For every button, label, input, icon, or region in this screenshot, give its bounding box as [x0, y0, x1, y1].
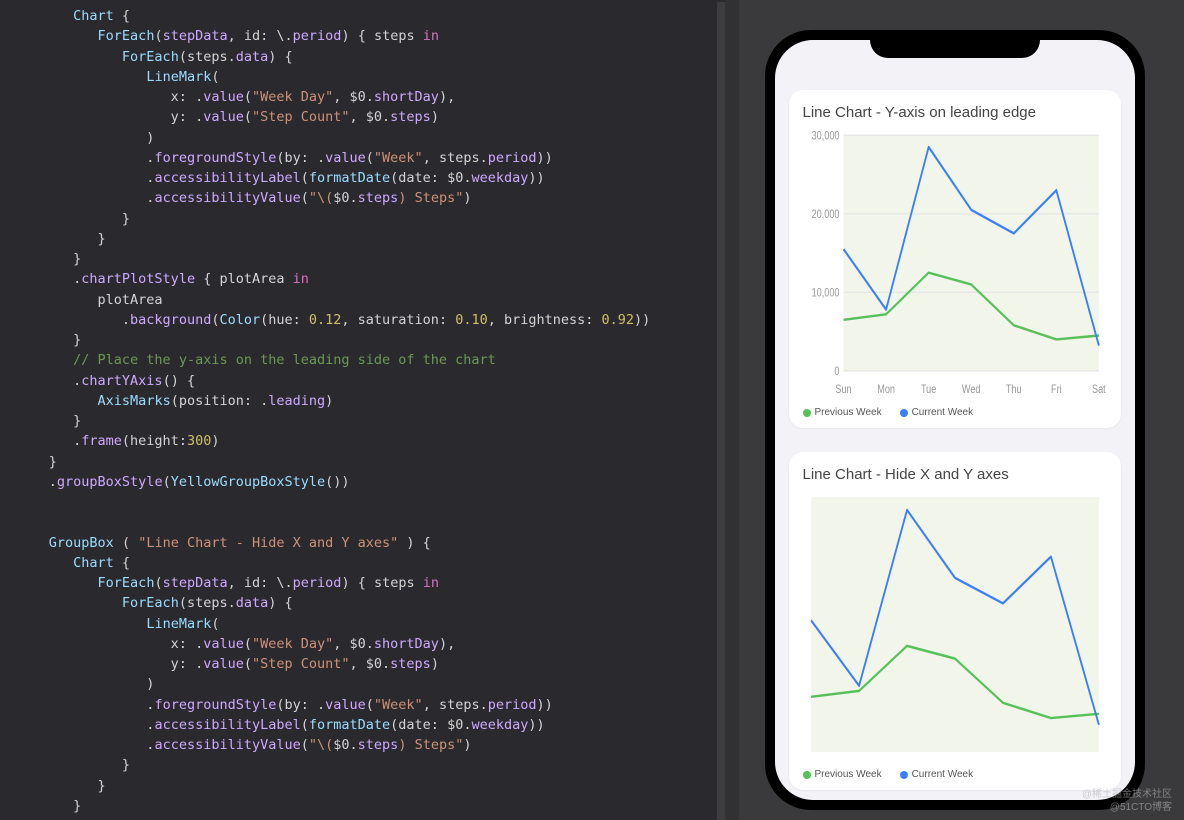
svg-text:Wed: Wed — [961, 383, 980, 397]
svg-text:Sun: Sun — [835, 383, 851, 397]
watermark-line-1: @稀土掘金技术社区 — [1082, 788, 1172, 801]
line-chart-2 — [803, 489, 1107, 763]
phone-frame: Line Chart - Y-axis on leading edge 0 10,… — [765, 30, 1145, 810]
legend-prev-label: Previous Week — [815, 407, 882, 418]
phone-screen: Line Chart - Y-axis on leading edge 0 10,… — [775, 40, 1135, 800]
svg-text:Tue: Tue — [920, 383, 935, 397]
swatch-prev-icon — [803, 409, 811, 417]
svg-text:Fri: Fri — [1051, 383, 1062, 397]
svg-text:10,000: 10,000 — [811, 286, 839, 300]
chart-card-2: Line Chart - Hide X and Y axes Previous … — [789, 452, 1121, 790]
preview-canvas: Line Chart - Y-axis on leading edge 0 10,… — [725, 0, 1184, 820]
watermark: @稀土掘金技术社区 @51CTO博客 — [1082, 788, 1172, 814]
chart-card-1: Line Chart - Y-axis on leading edge 0 10,… — [789, 90, 1121, 428]
phone-notch — [870, 30, 1040, 58]
svg-text:30,000: 30,000 — [811, 129, 839, 143]
svg-text:20,000: 20,000 — [811, 208, 839, 222]
chart-legend-2: Previous Week Current Week — [803, 769, 1107, 780]
svg-text:0: 0 — [834, 365, 839, 379]
legend-curr-label: Current Week — [912, 769, 974, 780]
line-chart-1: 0 10,000 20,000 30,000 Sun Mon Tue Wed Thu Fri Sat — [803, 127, 1107, 401]
chart-title-1: Line Chart - Y-axis on leading edge — [803, 104, 1107, 121]
swatch-prev-icon — [803, 771, 811, 779]
svg-text:Sat: Sat — [1092, 383, 1106, 397]
legend-curr-label: Current Week — [912, 407, 974, 418]
chart-title-2: Line Chart - Hide X and Y axes — [803, 466, 1107, 483]
svg-text:Mon: Mon — [877, 383, 895, 397]
watermark-line-2: @51CTO博客 — [1082, 801, 1172, 814]
code-editor-pane[interactable]: Chart { ForEach(stepData, id: \.period) … — [0, 0, 725, 820]
svg-text:Thu: Thu — [1005, 383, 1021, 397]
legend-prev-label: Previous Week — [815, 769, 882, 780]
swatch-curr-icon — [900, 771, 908, 779]
code-content[interactable]: Chart { ForEach(stepData, id: \.period) … — [0, 6, 725, 820]
swatch-curr-icon — [900, 409, 908, 417]
chart-legend-1: Previous Week Current Week — [803, 407, 1107, 418]
